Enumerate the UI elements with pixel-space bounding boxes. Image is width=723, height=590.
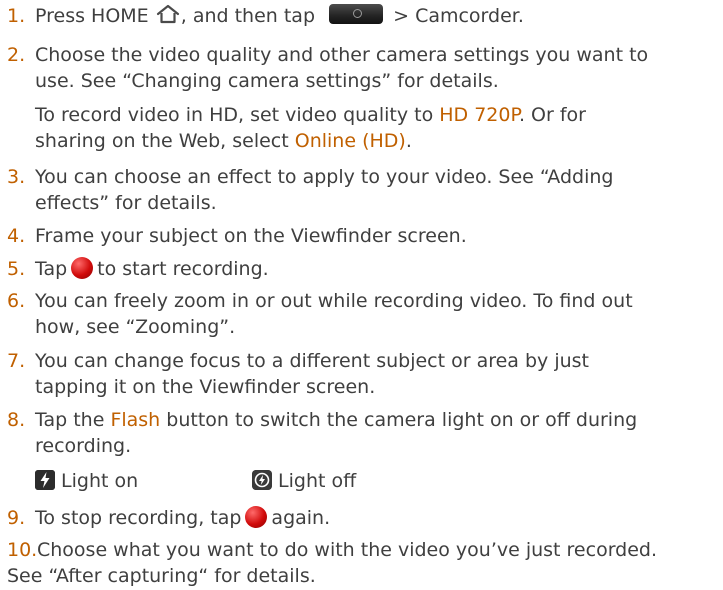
step-8-prefix: Tap the xyxy=(35,409,111,431)
step-1-part-3: > Camcorder. xyxy=(393,5,524,27)
step-8-line-2: recording. xyxy=(35,435,132,457)
step-8-suffix: button to switch the camera light on or … xyxy=(160,409,638,431)
step-text: To stop recording, tap again. xyxy=(35,505,723,531)
step-text: Press HOME , and then tap > Camcorder. xyxy=(35,3,723,29)
note-line-2-prefix: sharing on the Web, select xyxy=(35,130,295,152)
step-text: You can change focus to a different subj… xyxy=(35,348,723,400)
flash-on-option: Light on xyxy=(35,468,138,494)
step-text: Choose the video quality and other camer… xyxy=(35,42,723,94)
step-text: You can choose an effect to apply to you… xyxy=(35,164,723,216)
note-line-1: To record video in HD, set video quality… xyxy=(35,102,723,128)
flash-off-icon xyxy=(252,470,272,490)
flash-off-option: Light off xyxy=(252,468,356,494)
record-button-icon xyxy=(245,506,268,528)
online-hd-value: Online (HD) xyxy=(294,130,406,152)
step-text: Tap to start recording. xyxy=(35,256,723,282)
note-line-2: sharing on the Web, select Online (HD). xyxy=(35,128,723,154)
step-3-line-2: effects” for details. xyxy=(35,192,217,214)
step-text: Choose what you want to do with the vide… xyxy=(37,537,723,563)
step-number: 5. xyxy=(7,258,26,280)
note-line-1-prefix: To record video in HD, set video quality… xyxy=(35,104,440,126)
step-text: Frame your subject on the Viewfinder scr… xyxy=(35,223,723,249)
step-text: You can freely zoom in or out while reco… xyxy=(35,288,723,340)
camera-app-icon xyxy=(329,4,384,24)
note-text: To record video in HD, set video quality… xyxy=(35,102,723,154)
step-5-after: to start recording. xyxy=(97,258,269,280)
note-line-2-suffix: . xyxy=(405,130,412,152)
home-icon xyxy=(156,4,179,24)
step-number: 10. xyxy=(7,539,38,561)
step-number: 7. xyxy=(7,350,26,372)
step-text: Tap the Flash button to switch the camer… xyxy=(35,407,723,459)
flash-button-label: Flash xyxy=(110,409,161,431)
step-2-line-2: use. See “Changing camera settings” for … xyxy=(35,70,499,92)
step-2-line-1: Choose the video quality and other camer… xyxy=(35,44,649,66)
step-3-line-1: You can choose an effect to apply to you… xyxy=(35,166,614,188)
step-number: 4. xyxy=(7,225,26,247)
step-number: 1. xyxy=(7,5,26,27)
step-7-line-2: tapping it on the Viewfinder screen. xyxy=(35,376,376,398)
note-line-1-suffix: . Or for xyxy=(518,104,586,126)
step-number: 2. xyxy=(7,44,26,66)
record-button-icon xyxy=(71,257,94,279)
step-number: 3. xyxy=(7,166,26,188)
step-4-line-1: Frame your subject on the Viewfinder scr… xyxy=(35,225,467,247)
flash-on-label: Light on xyxy=(61,470,139,492)
step-6-line-2: how, see “Zooming”. xyxy=(35,316,236,338)
step-10-line-1: Choose what you want to do with the vide… xyxy=(37,539,658,561)
step-number: 9. xyxy=(7,507,26,529)
step-9-before: To stop recording, tap xyxy=(35,507,242,529)
step-number: 6. xyxy=(7,290,26,312)
step-8-line-1: Tap the Flash button to switch the camer… xyxy=(35,407,723,433)
step-5-before: Tap xyxy=(35,258,68,280)
step-9-after: again. xyxy=(271,507,331,529)
step-1-part-1: Press HOME xyxy=(35,5,149,27)
step-1-part-2: , and then tap xyxy=(180,5,316,27)
video-quality-value: HD 720P xyxy=(439,104,519,126)
step-number: 8. xyxy=(7,409,26,431)
flash-off-label: Light off xyxy=(278,470,357,492)
flash-on-icon xyxy=(35,470,55,490)
step-10-line-2: See “After capturing“ for details. xyxy=(7,565,316,587)
step-6-line-1: You can freely zoom in or out while reco… xyxy=(35,290,633,312)
step-7-line-1: You can change focus to a different subj… xyxy=(35,350,589,372)
